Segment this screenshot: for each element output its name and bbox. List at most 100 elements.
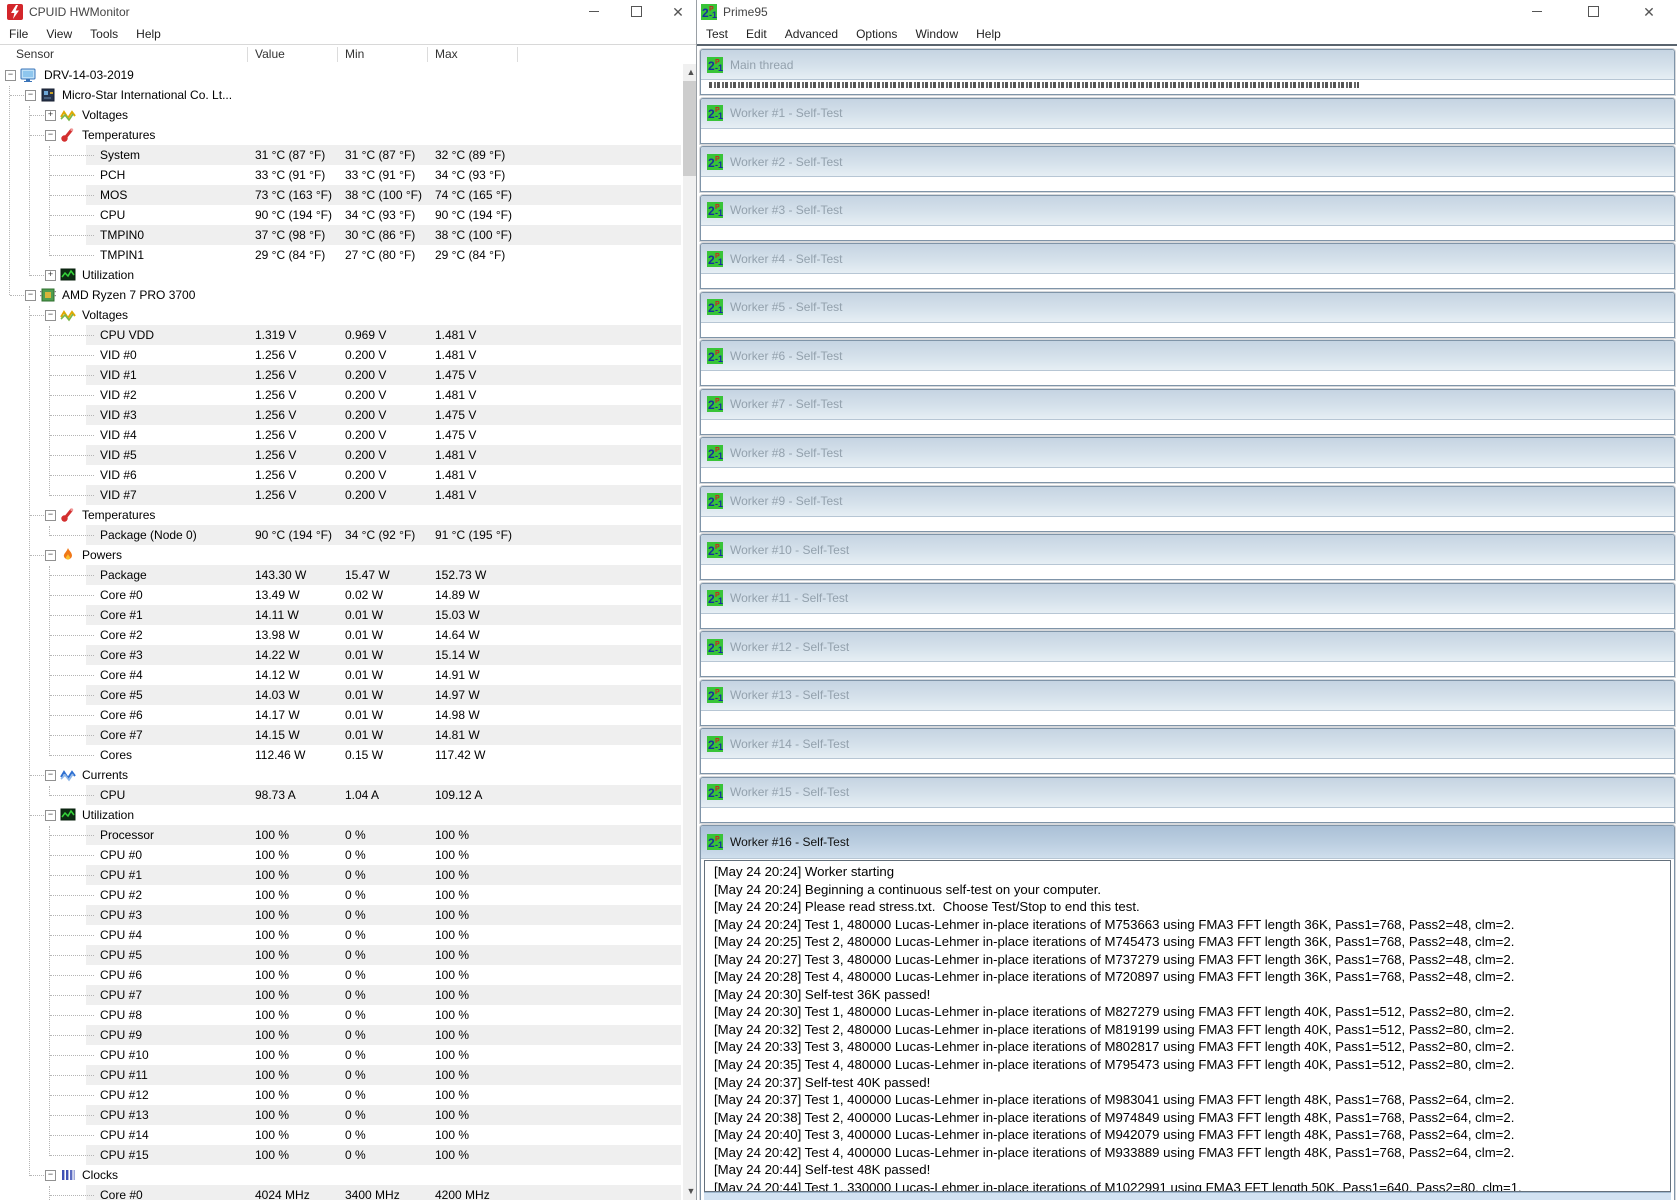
tree-row-core-7[interactable]: Core #7 14.15 W 0.01 W 14.81 W xyxy=(0,725,683,745)
tree-row-vid-4[interactable]: VID #4 1.256 V 0.200 V 1.475 V xyxy=(0,425,683,445)
tree-row-utilization[interactable]: − Utilization xyxy=(0,805,683,825)
tree-row-cpu-vdd[interactable]: CPU VDD 1.319 V 0.969 V 1.481 V xyxy=(0,325,683,345)
hwmonitor-titlebar[interactable]: CPUID HWMonitor ✕ xyxy=(0,0,699,23)
menu-item-edit[interactable]: Edit xyxy=(737,27,776,41)
child-titlebar[interactable]: 2 P -1 Worker #12 - Self-Test xyxy=(701,632,1674,662)
tree-row-drv-14-03-2019[interactable]: − DRV-14-03-2019 xyxy=(0,65,683,85)
tree-row-cpu-8[interactable]: CPU #8 100 % 0 % 100 % xyxy=(0,1005,683,1025)
tree-row-cpu-4[interactable]: CPU #4 100 % 0 % 100 % xyxy=(0,925,683,945)
tree-row-micro-star-international-co-lt-[interactable]: − Micro-Star International Co. Lt... xyxy=(0,85,683,105)
collapse-toggle[interactable]: − xyxy=(45,1170,56,1181)
tree-row-core-2[interactable]: Core #2 13.98 W 0.01 W 14.64 W xyxy=(0,625,683,645)
child-titlebar[interactable]: 2 P -1 Worker #14 - Self-Test xyxy=(701,729,1674,759)
tree-row-cpu-9[interactable]: CPU #9 100 % 0 % 100 % xyxy=(0,1025,683,1045)
column-header-min[interactable]: Min xyxy=(345,47,364,61)
tree-row-core-3[interactable]: Core #3 14.22 W 0.01 W 15.14 W xyxy=(0,645,683,665)
tree-row-core-1[interactable]: Core #1 14.11 W 0.01 W 15.03 W xyxy=(0,605,683,625)
tree-row-cpu-1[interactable]: CPU #1 100 % 0 % 100 % xyxy=(0,865,683,885)
tree-row-core-6[interactable]: Core #6 14.17 W 0.01 W 14.98 W xyxy=(0,705,683,725)
worker16-log-area[interactable]: [May 24 20:24] Worker starting [May 24 20… xyxy=(704,860,1671,1192)
tree-row-voltages[interactable]: + Voltages xyxy=(0,105,683,125)
tree-row-cpu-14[interactable]: CPU #14 100 % 0 % 100 % xyxy=(0,1125,683,1145)
tree-row-vid-5[interactable]: VID #5 1.256 V 0.200 V 1.481 V xyxy=(0,445,683,465)
tree-row-vid-2[interactable]: VID #2 1.256 V 0.200 V 1.481 V xyxy=(0,385,683,405)
collapse-toggle[interactable]: − xyxy=(45,550,56,561)
tree-row-package-node-0-[interactable]: Package (Node 0) 90 °C (194 °F) 34 °C (92 … xyxy=(0,525,683,545)
tree-row-tmpin0[interactable]: TMPIN0 37 °C (98 °F) 30 °C (86 °F) 38 °C (1… xyxy=(0,225,683,245)
tree-row-cpu-3[interactable]: CPU #3 100 % 0 % 100 % xyxy=(0,905,683,925)
child-titlebar[interactable]: 2 P -1 Worker #11 - Self-Test xyxy=(701,583,1674,614)
tree-row-cpu-11[interactable]: CPU #11 100 % 0 % 100 % xyxy=(0,1065,683,1085)
child-titlebar[interactable]: 2 P -1 Worker #5 - Self-Test xyxy=(701,292,1674,323)
tree-row-package[interactable]: Package 143.30 W 15.47 W 152.73 W xyxy=(0,565,683,585)
tree-row-processor[interactable]: Processor 100 % 0 % 100 % xyxy=(0,825,683,845)
tree-row-temperatures[interactable]: − Temperatures xyxy=(0,505,683,525)
tree-row-cpu-5[interactable]: CPU #5 100 % 0 % 100 % xyxy=(0,945,683,965)
collapse-toggle[interactable]: − xyxy=(45,310,56,321)
tree-row-vid-3[interactable]: VID #3 1.256 V 0.200 V 1.475 V xyxy=(0,405,683,425)
tree-row-temperatures[interactable]: − Temperatures xyxy=(0,125,683,145)
tree-row-cpu-13[interactable]: CPU #13 100 % 0 % 100 % xyxy=(0,1105,683,1125)
prime95-close-button[interactable]: ✕ xyxy=(1640,3,1658,21)
hwmonitor-sensor-tree[interactable]: − DRV-14-03-2019− Micro-Star International… xyxy=(0,64,683,1200)
collapse-toggle[interactable]: − xyxy=(25,90,36,101)
tree-row-core-4[interactable]: Core #4 14.12 W 0.01 W 14.91 W xyxy=(0,665,683,685)
collapse-toggle[interactable]: − xyxy=(45,810,56,821)
menu-item-options[interactable]: Options xyxy=(847,27,906,41)
menu-item-help[interactable]: Help xyxy=(967,27,1010,41)
tree-row-amd-ryzen-7-pro-3700[interactable]: − AMD Ryzen 7 PRO 3700 xyxy=(0,285,683,305)
tree-row-currents[interactable]: − Currents xyxy=(0,765,683,785)
column-header-max[interactable]: Max xyxy=(435,47,458,61)
menu-item-window[interactable]: Window xyxy=(906,27,967,41)
tree-row-core-0[interactable]: Core #0 4024 MHz 3400 MHz 4200 MHz xyxy=(0,1185,683,1200)
tree-row-vid-1[interactable]: VID #1 1.256 V 0.200 V 1.475 V xyxy=(0,365,683,385)
tree-row-core-0[interactable]: Core #0 13.49 W 0.02 W 14.89 W xyxy=(0,585,683,605)
child-titlebar[interactable]: 2 P -1 Worker #15 - Self-Test xyxy=(701,777,1674,808)
collapse-toggle[interactable]: − xyxy=(45,510,56,521)
child-titlebar[interactable]: 2 P -1 Worker #8 - Self-Test xyxy=(701,438,1674,468)
tree-row-vid-6[interactable]: VID #6 1.256 V 0.200 V 1.481 V xyxy=(0,465,683,485)
tree-row-cpu-7[interactable]: CPU #7 100 % 0 % 100 % xyxy=(0,985,683,1005)
tree-row-system[interactable]: System 31 °C (87 °F) 31 °C (87 °F) 32 °C (8… xyxy=(0,145,683,165)
menu-item-file[interactable]: File xyxy=(0,27,37,41)
prime95-titlebar[interactable]: 2 P -1 Prime95 ✕ xyxy=(697,0,1677,23)
tree-row-vid-0[interactable]: VID #0 1.256 V 0.200 V 1.481 V xyxy=(0,345,683,365)
child-titlebar[interactable]: 2 P -1 Worker #3 - Self-Test xyxy=(701,195,1674,226)
tree-row-voltages[interactable]: − Voltages xyxy=(0,305,683,325)
menu-item-test[interactable]: Test xyxy=(697,27,737,41)
tree-row-cpu-0[interactable]: CPU #0 100 % 0 % 100 % xyxy=(0,845,683,865)
menu-item-help[interactable]: Help xyxy=(127,27,170,41)
hwmonitor-column-header[interactable]: Sensor Value Min Max xyxy=(0,45,683,65)
child-titlebar[interactable]: 2 P -1 Worker #16 - Self-Test xyxy=(701,826,1674,859)
child-titlebar[interactable]: 2 P -1 Worker #9 - Self-Test xyxy=(701,486,1674,517)
child-titlebar[interactable]: 2 P -1 Main thread xyxy=(701,50,1674,80)
tree-row-cpu-15[interactable]: CPU #15 100 % 0 % 100 % xyxy=(0,1145,683,1165)
collapse-toggle[interactable]: − xyxy=(45,130,56,141)
tree-row-cpu-6[interactable]: CPU #6 100 % 0 % 100 % xyxy=(0,965,683,985)
child-titlebar[interactable]: 2 P -1 Worker #10 - Self-Test xyxy=(701,535,1674,565)
tree-row-core-5[interactable]: Core #5 14.03 W 0.01 W 14.97 W xyxy=(0,685,683,705)
expand-toggle[interactable]: + xyxy=(45,270,56,281)
tree-row-powers[interactable]: − Powers xyxy=(0,545,683,565)
column-header-value[interactable]: Value xyxy=(255,47,285,61)
prime95-minimize-button[interactable] xyxy=(1528,3,1546,21)
child-titlebar[interactable]: 2 P -1 Worker #2 - Self-Test xyxy=(701,147,1674,177)
tree-row-cpu-12[interactable]: CPU #12 100 % 0 % 100 % xyxy=(0,1085,683,1105)
expand-toggle[interactable]: + xyxy=(45,110,56,121)
menu-item-view[interactable]: View xyxy=(37,27,81,41)
tree-row-cores[interactable]: Cores 112.46 W 0.15 W 117.42 W xyxy=(0,745,683,765)
prime95-maximize-button[interactable] xyxy=(1584,3,1602,21)
tree-row-tmpin1[interactable]: TMPIN1 29 °C (84 °F) 27 °C (80 °F) 29 °C (8… xyxy=(0,245,683,265)
child-titlebar[interactable]: 2 P -1 Worker #1 - Self-Test xyxy=(701,98,1674,129)
tree-row-vid-7[interactable]: VID #7 1.256 V 0.200 V 1.481 V xyxy=(0,485,683,505)
child-titlebar[interactable]: 2 P -1 Worker #7 - Self-Test xyxy=(701,389,1674,420)
tree-row-clocks[interactable]: − Clocks xyxy=(0,1165,683,1185)
tree-row-cpu[interactable]: CPU 90 °C (194 °F) 34 °C (93 °F) 90 °C (194… xyxy=(0,205,683,225)
collapse-toggle[interactable]: − xyxy=(25,290,36,301)
hwmonitor-maximize-button[interactable] xyxy=(627,3,645,21)
child-titlebar[interactable]: 2 P -1 Worker #13 - Self-Test xyxy=(701,680,1674,711)
tree-row-cpu-10[interactable]: CPU #10 100 % 0 % 100 % xyxy=(0,1045,683,1065)
collapse-toggle[interactable]: − xyxy=(5,70,16,81)
tree-row-cpu[interactable]: CPU 98.73 A 1.04 A 109.12 A xyxy=(0,785,683,805)
tree-row-pch[interactable]: PCH 33 °C (91 °F) 33 °C (91 °F) 34 °C (93 °… xyxy=(0,165,683,185)
